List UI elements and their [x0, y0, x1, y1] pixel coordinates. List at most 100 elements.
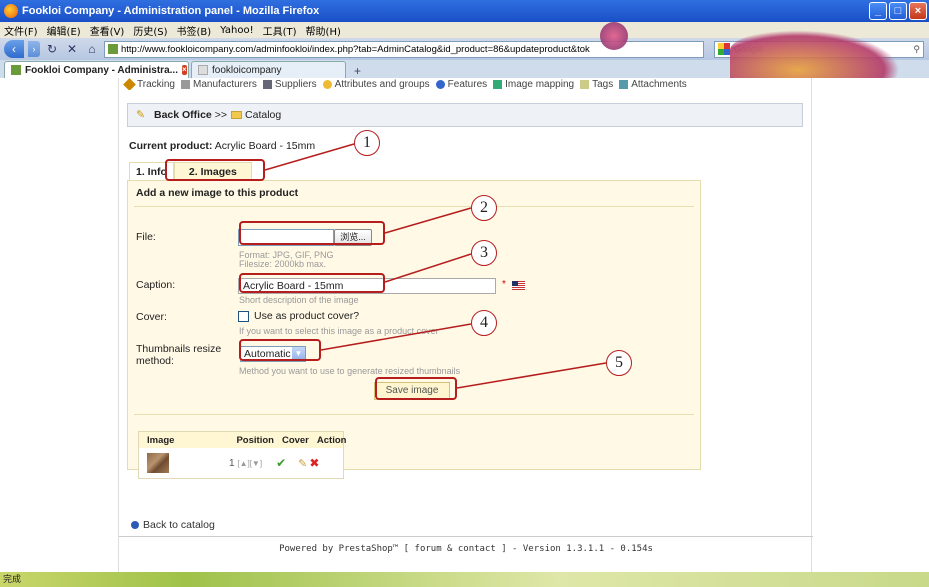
current-product: Current product: Acrylic Board - 15mm: [129, 140, 315, 152]
tab-label: fookloicompany: [212, 64, 282, 76]
edit-icon[interactable]: ✎: [298, 457, 307, 470]
admin-top-menu: Tracking Manufacturers Suppliers Attribu…: [119, 78, 813, 90]
menu-tags[interactable]: Tags: [580, 79, 613, 90]
stop-icon[interactable]: ✕: [64, 41, 80, 57]
image-mapping-icon: [493, 79, 503, 89]
caption-help: Short description of the image: [239, 295, 359, 305]
resize-label: Thumbnails resize: [136, 343, 222, 355]
menu-help[interactable]: 帮助(H): [306, 23, 341, 38]
panel-title: Add a new image to this product: [136, 187, 299, 199]
menu-history[interactable]: 历史(S): [133, 23, 167, 38]
language-flag-icon[interactable]: [512, 281, 525, 290]
navigation-toolbar: ‹ › ↻ ✕ ⌂ http://www.fookloicompany.com/…: [0, 38, 929, 60]
url-bar[interactable]: http://www.fookloicompany.com/adminfookl…: [104, 40, 704, 58]
menu-suppliers[interactable]: Suppliers: [262, 79, 317, 90]
menu-tracking[interactable]: Tracking: [123, 78, 175, 90]
reload-icon[interactable]: ↻: [44, 41, 60, 57]
menu-image-mapping[interactable]: Image mapping: [493, 79, 574, 90]
window-title: Fookloi Company - Administration panel -…: [22, 5, 320, 17]
table-row: 1 [▲][▼] ✔ ✎ ✖: [139, 448, 343, 478]
tab-page-icon: [198, 65, 208, 75]
callout-1: 1: [354, 130, 380, 156]
image-table-header: Image Position Cover Action: [139, 432, 346, 448]
tab-favicon-icon: [11, 65, 21, 75]
url-text: http://www.fookloicompany.com/adminfookl…: [121, 43, 590, 55]
footer-divider: [119, 536, 813, 537]
highlight-images-tab: [165, 159, 265, 181]
divider: [134, 414, 694, 415]
col-position: Position: [236, 434, 274, 446]
suppliers-icon: [262, 79, 272, 89]
breadcrumb: ✎ Back Office >> Catalog: [127, 103, 803, 127]
features-icon: [435, 79, 445, 89]
window-title-bar: Fookloi Company - Administration panel -…: [0, 0, 929, 22]
tab-close-icon[interactable]: ×: [181, 65, 187, 75]
current-product-name: Acrylic Board - 15mm: [214, 140, 316, 152]
back-button[interactable]: ‹: [4, 40, 24, 58]
col-action: Action: [316, 434, 347, 446]
image-position: 1 [▲][▼]: [229, 457, 263, 469]
search-box[interactable]: Google ⚲: [714, 40, 924, 58]
divider: [134, 206, 694, 207]
status-bar: 完成: [0, 572, 929, 587]
menu-yahoo[interactable]: Yahoo!: [220, 25, 253, 36]
tab-label: Fookloi Company - Administra...: [25, 64, 178, 76]
cover-checkbox-label[interactable]: Use as product cover?: [254, 310, 359, 322]
cover-check-icon: ✔: [276, 456, 287, 470]
delete-icon[interactable]: ✖: [309, 456, 319, 470]
folder-icon: [231, 111, 243, 119]
menu-attributes[interactable]: Attributes and groups: [322, 79, 430, 90]
search-icon[interactable]: ⚲: [913, 44, 920, 55]
menu-file[interactable]: 文件(F): [4, 23, 38, 38]
breadcrumb-separator: >>: [214, 109, 228, 121]
current-product-label: Current product:: [129, 140, 213, 152]
required-marker: *: [502, 279, 506, 290]
google-icon: [718, 43, 730, 55]
minimize-button[interactable]: _: [869, 2, 887, 20]
tags-icon: [580, 79, 590, 89]
cover-checkbox[interactable]: [238, 311, 249, 322]
browser-tab-fookloicompany[interactable]: fookloicompany: [191, 61, 346, 78]
site-favicon-icon: [108, 44, 118, 54]
firefox-logo-icon: [4, 4, 18, 18]
admin-content: Tracking Manufacturers Suppliers Attribu…: [118, 78, 813, 572]
file-size-help: Filesize: 2000kb max.: [239, 259, 327, 269]
forward-button[interactable]: ›: [28, 41, 40, 57]
menu-attachments[interactable]: Attachments: [619, 79, 687, 90]
menu-tools[interactable]: 工具(T): [263, 23, 297, 38]
browser-tab-admin[interactable]: Fookloi Company - Administra... ×: [4, 61, 189, 78]
tracking-icon: [123, 78, 136, 90]
back-to-catalog-link[interactable]: Back to catalog: [131, 519, 215, 531]
caption-label: Caption:: [136, 279, 176, 291]
cover-help: If you want to select this image as a pr…: [239, 326, 439, 336]
callout-5: 5: [606, 350, 632, 376]
manufacturers-icon: [180, 79, 190, 89]
breadcrumb-back-office[interactable]: Back Office: [154, 109, 212, 121]
highlight-resize-select: [239, 339, 321, 361]
breadcrumb-catalog[interactable]: Catalog: [245, 109, 281, 121]
resize-help: Method you want to use to generate resiz…: [239, 366, 461, 376]
position-arrows[interactable]: [▲][▼]: [237, 459, 262, 468]
attachments-icon: [619, 79, 629, 89]
image-table: Image Position Cover Action 1 [▲][▼] ✔ ✎…: [138, 431, 346, 479]
footer: Powered by PrestaShop™ [ forum & contact…: [279, 544, 653, 554]
file-label: File:: [136, 231, 156, 243]
close-window-button[interactable]: ×: [909, 2, 927, 20]
highlight-file-input: [239, 221, 385, 245]
menu-view[interactable]: 查看(V): [90, 23, 125, 38]
resize-label-2: method:: [136, 355, 174, 367]
menu-features[interactable]: Features: [435, 79, 487, 90]
menu-bookmarks[interactable]: 书签(B): [177, 23, 212, 38]
product-image-thumbnail[interactable]: [147, 453, 169, 473]
maximize-button[interactable]: □: [889, 2, 907, 20]
pencil-icon: ✎: [136, 109, 146, 121]
menu-manufacturers[interactable]: Manufacturers: [180, 79, 257, 90]
home-icon[interactable]: ⌂: [84, 41, 100, 57]
menu-edit[interactable]: 编辑(E): [47, 23, 81, 38]
new-tab-button[interactable]: +: [348, 64, 367, 78]
back-arrow-icon: [131, 521, 139, 529]
search-placeholder: Google: [734, 44, 764, 54]
callout-3: 3: [471, 240, 497, 266]
cover-label: Cover:: [136, 311, 167, 323]
col-cover: Cover: [281, 434, 309, 446]
